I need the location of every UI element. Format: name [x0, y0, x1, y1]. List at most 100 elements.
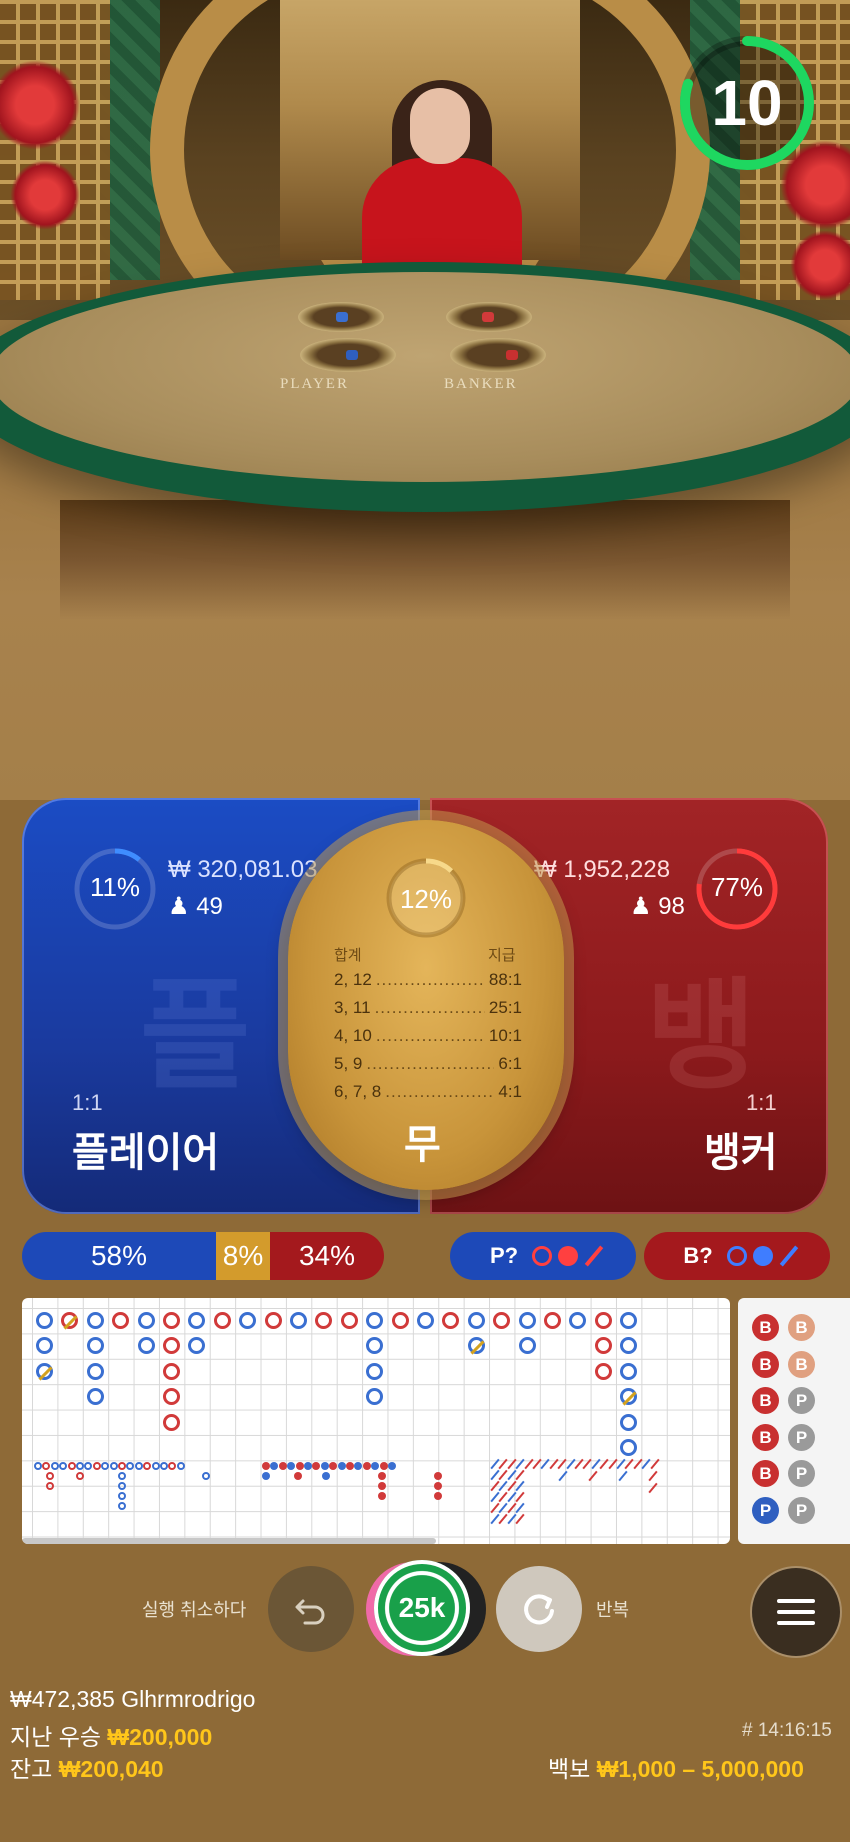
predict-banker-label: B? [683, 1243, 713, 1268]
player-title: 플레이어 [72, 1131, 220, 1175]
tie-title: 무 [404, 1123, 441, 1167]
cockroach-road-mark [648, 1470, 658, 1482]
big-road-mark [594, 1312, 612, 1329]
repeat-label: 반복 [596, 1600, 630, 1620]
big-road-mark [340, 1312, 358, 1329]
tie-pay-row: 5, 9............................6:1 [334, 1054, 522, 1073]
big-road-mark [112, 1312, 130, 1329]
undo-button[interactable] [268, 1566, 354, 1652]
cockroach-road-mark [618, 1470, 628, 1482]
roadmap-scrollbar[interactable] [22, 1538, 436, 1544]
derived-road-mark [434, 1482, 442, 1490]
stat-banker: 34% [270, 1232, 384, 1280]
table-top [0, 272, 850, 482]
blossom [10, 160, 80, 230]
derived-road-mark [295, 1462, 304, 1470]
die [506, 350, 518, 360]
big-road-mark [163, 1388, 180, 1406]
derived-road-mark [46, 1472, 54, 1480]
big-road-mark [188, 1337, 206, 1355]
predict-player-button[interactable]: P? [450, 1232, 636, 1280]
menu-button[interactable] [752, 1568, 840, 1656]
big-road-mark [137, 1337, 155, 1355]
die [482, 312, 494, 322]
banker-percent: 77% [710, 872, 764, 902]
big-road-mark [518, 1312, 536, 1329]
derived-road-mark [329, 1462, 338, 1470]
derived-road-mark [270, 1462, 279, 1470]
derived-road-mark [118, 1472, 126, 1480]
player-watermark: 플 [140, 969, 251, 1103]
derived-road-mark [160, 1462, 168, 1470]
table-base [60, 500, 790, 620]
big-road-mark [86, 1388, 104, 1406]
derived-road-mark [434, 1492, 442, 1500]
banker-odds: 1:1 [746, 1090, 777, 1115]
derived-road-mark [378, 1472, 386, 1480]
last-win: 지난 우승 ₩200,000 [10, 1724, 213, 1750]
scoreboard-roadmap[interactable] [22, 1298, 730, 1544]
tie-pay-row: 2, 12............................88:1 [334, 970, 522, 989]
repeat-button[interactable] [496, 1566, 582, 1652]
big-road-mark [315, 1312, 333, 1329]
derived-road-mark [278, 1462, 287, 1470]
tie-pay-row: 6, 7, 8............................4:1 [334, 1082, 522, 1101]
derived-road-mark [46, 1482, 54, 1490]
repeat-icon [524, 1594, 554, 1625]
derived-road-mark [76, 1472, 84, 1480]
derived-road-mark [294, 1472, 302, 1480]
cockroach-road-mark [649, 1458, 660, 1470]
bead-road-item: P [788, 1497, 815, 1524]
menu-icon [777, 1599, 815, 1603]
derived-road-mark [262, 1472, 270, 1480]
table-label-banker: BANKER [444, 376, 518, 392]
bead-road-item: B [752, 1460, 779, 1488]
big-road-mark [239, 1312, 257, 1329]
big-road-mark [391, 1312, 409, 1329]
bead-road-item: P [788, 1387, 815, 1415]
derived-road-mark [126, 1462, 135, 1470]
derived-road-mark [59, 1462, 68, 1470]
bead-road-item: B [752, 1350, 779, 1378]
cockroach-road-mark [515, 1491, 525, 1503]
big-road-mark [290, 1312, 307, 1329]
derived-road-mark [168, 1462, 177, 1470]
big-road-mark [36, 1362, 53, 1380]
bead-road-item: B [752, 1423, 779, 1451]
big-road-mark [366, 1312, 384, 1329]
banker-total-amount: ₩ 1,952,228 [534, 856, 671, 883]
undo-label: 실행 취소하다 [142, 1600, 247, 1620]
bead-road-item: B [788, 1350, 815, 1378]
tie-pay-row: 4, 10............................10:1 [334, 1026, 522, 1045]
derived-road-mark [118, 1502, 126, 1510]
bead-road-item: P [788, 1423, 815, 1451]
derived-road-mark [118, 1492, 126, 1500]
die [346, 350, 358, 360]
derived-road-mark [287, 1462, 296, 1470]
derived-road-mark [151, 1462, 160, 1470]
bet-limits[interactable]: 백보 ₩1,000 – 5,000,000 [548, 1750, 804, 1784]
derived-road-mark [101, 1462, 110, 1470]
chip-selector[interactable]: 25k [374, 1560, 470, 1656]
derived-road-mark [379, 1462, 388, 1470]
predict-banker-button[interactable]: B? [644, 1232, 830, 1280]
big-road-mark [86, 1337, 104, 1355]
cockroach-road-mark [588, 1470, 598, 1482]
bead-road[interactable]: BBBBBPBPBPPP [738, 1298, 850, 1544]
derived-road-mark [322, 1472, 330, 1480]
derived-road-mark [118, 1482, 126, 1490]
derived-road-mark [320, 1462, 329, 1470]
derived-road-mark [34, 1462, 42, 1470]
undo-icon [295, 1599, 325, 1625]
derived-road-mark [362, 1462, 371, 1470]
big-road-mark [417, 1312, 434, 1329]
derived-road-mark [202, 1472, 210, 1480]
derived-road-mark [67, 1462, 76, 1470]
big-road-mark [442, 1312, 460, 1329]
big-road-mark [620, 1362, 638, 1380]
player-percent: 11% [89, 872, 141, 902]
big-road-mark [86, 1312, 104, 1329]
cockroach-road-mark [558, 1470, 568, 1482]
timer-value: 10 [711, 67, 783, 139]
derived-road-mark [76, 1462, 84, 1470]
